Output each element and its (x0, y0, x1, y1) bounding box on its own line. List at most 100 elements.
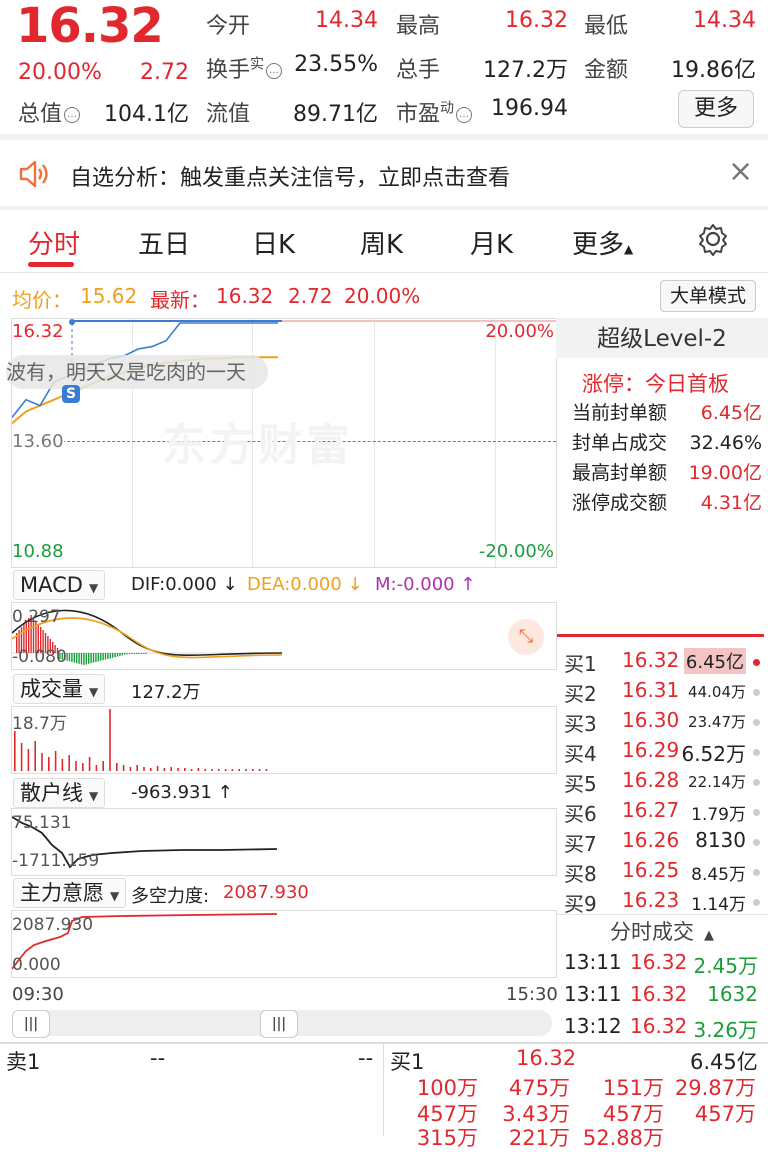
close-icon[interactable]: × (728, 154, 753, 189)
volume-bar (204, 769, 206, 771)
float-value: 89.71亿 (293, 102, 378, 127)
volume-selector[interactable]: 成交量 ▼ (13, 674, 106, 704)
queue-cell: 52.88万 (582, 1126, 664, 1150)
chart-scrollbar[interactable]: ||| ||| (12, 1010, 552, 1038)
volume-header: 成交量 ▼ 127.2万 (11, 672, 555, 704)
orderbook-row[interactable]: 买7 16.26 8130 (556, 828, 768, 858)
retail-header: 散户线 ▼ -963.931 ↑ (11, 776, 555, 808)
scroll-handle-right[interactable]: ||| (260, 1010, 298, 1038)
macd-bar (97, 653, 99, 662)
queue-cell: 221万 (508, 1126, 570, 1150)
trade-detail-header[interactable]: 分时成交 ▲ (556, 914, 768, 949)
change-percent: 20.00% (18, 60, 102, 85)
turnover-label: 换手实… (206, 52, 283, 84)
scroll-handle-left[interactable]: ||| (12, 1010, 50, 1038)
info-icon[interactable]: … (64, 107, 81, 123)
limit-up-title: 涨停：今日首板 (582, 372, 729, 396)
bottom-pct-label: -20.00% (478, 541, 554, 562)
change-amount: 2.72 (140, 60, 189, 85)
orderbook-row[interactable]: 买1 16.32 6.45亿 (556, 648, 768, 678)
more-button[interactable]: 更多 (678, 90, 754, 128)
pe-label: 市盈动… (396, 96, 473, 128)
buy-price: 16.32 (516, 1046, 577, 1070)
volume-bar (61, 759, 64, 771)
amount-value: 19.86亿 (671, 58, 756, 83)
trade-row: 13:11 16.32 1632 (564, 982, 758, 1006)
latest-change: 2.72 (288, 284, 333, 308)
macd-chart[interactable]: 0.297 -0.080 ⤡ (11, 602, 557, 670)
bullet-comment[interactable]: 波有，明天又是吃肉的一天 (6, 355, 268, 389)
info-icon[interactable]: … (266, 63, 283, 79)
macd-bar (80, 653, 83, 665)
tab-intraday[interactable]: 分时 (28, 224, 80, 261)
macd-bar (78, 653, 80, 664)
macd-bar (140, 653, 143, 654)
orderbook-row[interactable]: 买5 16.28 22.14万 (556, 768, 768, 798)
tab-monthly-k[interactable]: 月K (470, 224, 513, 261)
macd-bar (85, 653, 87, 665)
retail-top-label: 75.131 (12, 813, 72, 833)
main-force-selector[interactable]: 主力意愿 ▼ (13, 878, 127, 908)
macd-bar (95, 653, 97, 662)
signal-badge[interactable]: S (62, 385, 80, 403)
volume-bar (122, 765, 125, 771)
bottom-price-label: 10.88 (12, 541, 64, 562)
orderbook-row[interactable]: 买3 16.30 23.47万 (556, 708, 768, 738)
volume-bar (245, 769, 247, 771)
volume-bar (218, 769, 220, 771)
orderbook-row[interactable]: 买8 16.25 8.45万 (556, 858, 768, 888)
avg-price-label: 均价： (12, 288, 72, 312)
macd-dif: DIF:0.000 ↓ (131, 574, 238, 595)
volume-bar (177, 768, 179, 771)
info-icon[interactable]: … (456, 107, 473, 123)
orderbook-row[interactable]: 买6 16.27 1.79万 (556, 798, 768, 828)
macd-selector[interactable]: MACD ▼ (13, 570, 106, 600)
volume-bar (48, 757, 50, 771)
tab-more[interactable]: 更多▲ (572, 224, 633, 261)
volume-max-label: 18.7万 (12, 714, 67, 734)
macd-bar (133, 653, 135, 654)
macd-bar (128, 653, 131, 654)
volume-bar (197, 768, 200, 771)
top-price-label: 16.32 (12, 321, 64, 342)
main-force-chart[interactable]: 2087.930 0.000 (11, 910, 557, 978)
low-value: 14.34 (693, 8, 756, 33)
volume-bar (163, 768, 166, 771)
volume-bar (170, 767, 172, 771)
notice-banner[interactable]: 自选分析：触发重点关注信号，立即点击查看 × (0, 138, 768, 208)
float-label: 流值 (206, 102, 251, 127)
expand-icon[interactable]: ⤡ (508, 619, 544, 655)
orderbook-row[interactable]: 买4 16.29 6.52万 (556, 738, 768, 768)
time-end: 15:30 (506, 984, 558, 1005)
main-force-label: 多空力度: (131, 886, 210, 907)
retail-selector[interactable]: 散户线 ▼ (13, 778, 106, 808)
macd-m: M:-0.000 ↑ (375, 574, 476, 595)
latest-pct: 20.00% (344, 284, 421, 308)
macd-bar (107, 653, 109, 659)
level2-title[interactable]: 超级Level-2 (556, 318, 768, 358)
macd-bar (112, 653, 114, 658)
gear-icon[interactable] (696, 222, 730, 256)
prev-close-label: 13.60 (12, 431, 64, 452)
macd-top-value: 0.297 (12, 607, 61, 627)
stat-value: 4.31亿 (700, 492, 762, 514)
tab-daily-k[interactable]: 日K (252, 224, 295, 261)
volume-bar (68, 755, 70, 771)
volume-chart[interactable]: 18.7万 (11, 706, 557, 774)
stat-value: 19.00亿 (688, 462, 762, 484)
macd-bar (136, 653, 138, 654)
big-order-mode-button[interactable]: 大单模式 (660, 280, 756, 312)
queue-cell: 457万 (694, 1102, 756, 1126)
tab-five-day[interactable]: 五日 (138, 224, 190, 261)
volume-bar (136, 765, 138, 771)
volume-bar (41, 753, 43, 771)
orderbook-row[interactable]: 买2 16.31 44.04万 (556, 678, 768, 708)
intraday-chart[interactable]: 东方财富 16.32 13.60 10.88 20.00% -20.00% 波有… (6, 318, 557, 568)
macd-bar (109, 653, 111, 659)
volume-bar (252, 769, 254, 771)
tab-weekly-k[interactable]: 周K (360, 224, 403, 261)
retail-chart[interactable]: 75.131 -1711.159 (11, 808, 557, 876)
open-label: 今开 (206, 14, 251, 39)
speaker-icon (19, 160, 48, 188)
macd-bar (131, 653, 133, 654)
